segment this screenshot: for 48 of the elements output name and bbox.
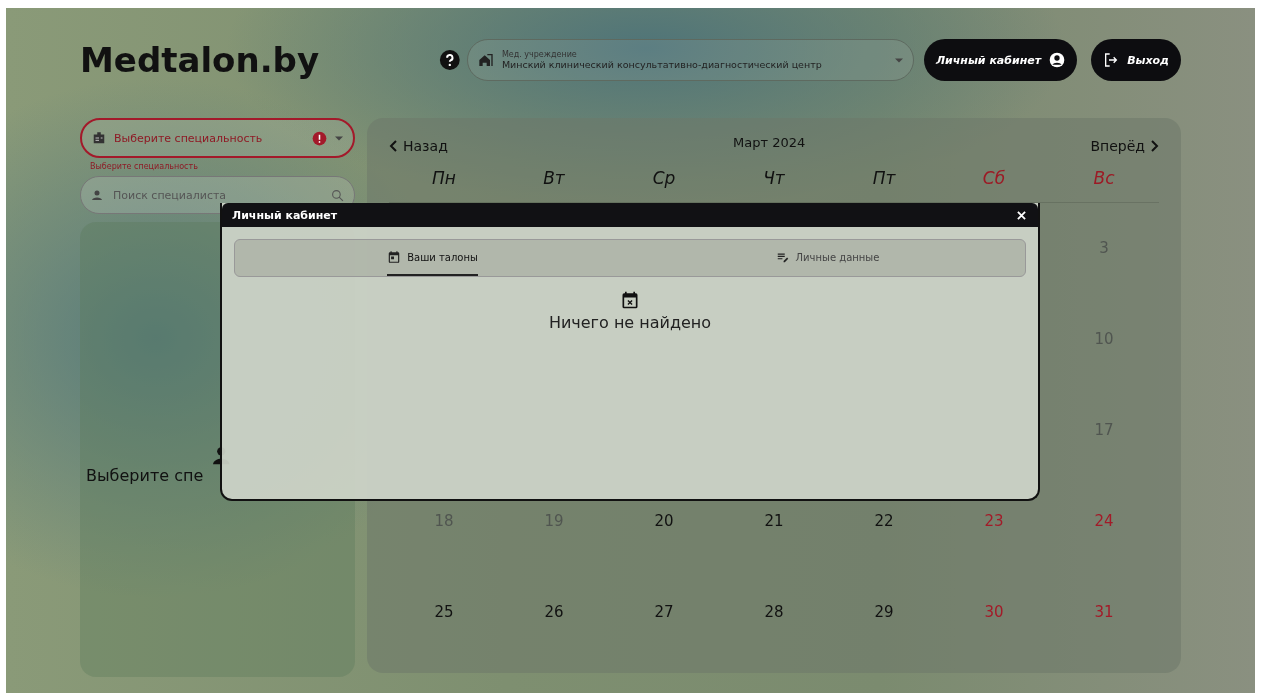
weekday-label: Ср <box>651 167 677 190</box>
close-icon <box>1016 210 1026 220</box>
calendar-day[interactable]: 22 <box>874 511 894 530</box>
dialog-tab[interactable]: Личные данные <box>775 240 880 276</box>
weekday-label: Пн <box>431 167 457 190</box>
logo[interactable]: Medtalon.by <box>80 40 440 80</box>
month-title: Март 2024 <box>733 134 806 150</box>
weekday-label: Вт <box>542 167 566 190</box>
building-icon <box>477 52 494 68</box>
field-value: Минский клинический консультативно-диагностический центр <box>501 59 823 70</box>
help-icon[interactable] <box>439 49 461 71</box>
calendar-day[interactable]: 29 <box>874 602 894 621</box>
logout-icon <box>1103 52 1120 68</box>
calendar-icon <box>387 250 402 264</box>
calendar-day[interactable]: 20 <box>654 511 674 530</box>
field-label: Мед. учреждение <box>501 50 578 59</box>
search-input[interactable]: Поиск специалиста <box>111 187 323 203</box>
badge-icon <box>92 131 106 145</box>
calendar-day[interactable]: 27 <box>654 602 674 621</box>
weekday-label: Чт <box>762 167 786 190</box>
logout-button[interactable]: Выход <box>1091 39 1181 81</box>
chevron-left-icon <box>389 140 397 152</box>
dialog-tab[interactable]: Ваши талоны <box>387 240 478 276</box>
person-icon <box>91 189 103 201</box>
next-month-button[interactable]: Вперёд <box>1090 138 1159 154</box>
calendar-day[interactable]: 21 <box>764 511 784 530</box>
caret-icon <box>335 135 343 141</box>
institution-select[interactable]: Мед. учреждение Минский клинический консультативно-диагностический центр <box>466 39 914 81</box>
weekday-label: Вс <box>1092 167 1116 190</box>
calendar-cross-icon <box>620 289 640 311</box>
weekday-label: Пт <box>871 167 897 190</box>
specialty-select[interactable]: Выберите специальность <box>80 118 355 158</box>
error-message: Выберите специальность <box>90 162 199 173</box>
empty-message: Ничего не найдено <box>548 313 712 332</box>
search-icon <box>331 188 344 202</box>
prev-month-button[interactable]: Назад <box>389 138 448 154</box>
empty-message: Выберите спе <box>86 466 204 485</box>
user-icon <box>1049 52 1066 68</box>
calendar-day[interactable]: 26 <box>544 602 564 621</box>
error-icon <box>312 130 327 146</box>
caret-icon <box>894 57 903 63</box>
account-button[interactable]: Личный кабинет <box>923 39 1078 81</box>
select-placeholder: Выберите специальность <box>114 131 264 145</box>
close-button[interactable] <box>1014 208 1028 222</box>
calendar-day[interactable]: 28 <box>764 602 784 621</box>
weekday-label: Сб <box>981 167 1007 190</box>
calendar-day[interactable]: 25 <box>434 602 454 621</box>
chevron-right-icon <box>1151 140 1159 152</box>
